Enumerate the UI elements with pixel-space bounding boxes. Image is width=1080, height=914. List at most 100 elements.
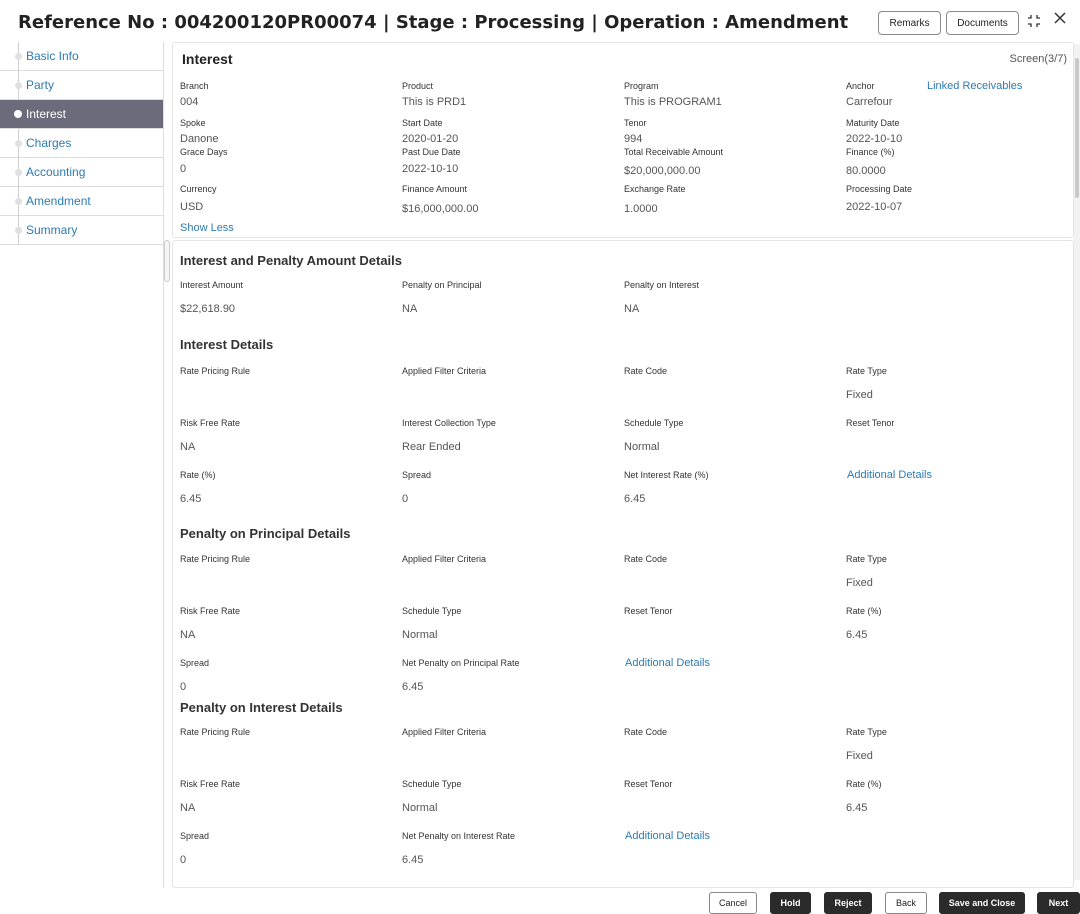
- program-value: This is PROGRAM1: [624, 96, 722, 108]
- sidebar-item-amendment[interactable]: Amendment: [0, 187, 163, 216]
- section-title-penalty-interest: Penalty on Interest Details: [180, 700, 343, 715]
- close-icon[interactable]: [1053, 11, 1067, 31]
- rate-label: Rate (%): [846, 779, 882, 789]
- grace-days-label: Grace Days: [180, 147, 228, 157]
- reject-button[interactable]: Reject: [824, 892, 872, 914]
- panel-title: Interest: [182, 51, 233, 67]
- additional-details-link[interactable]: Additional Details: [625, 830, 710, 842]
- step-dot-icon: [14, 100, 22, 129]
- risk-free-rate-label: Risk Free Rate: [180, 606, 241, 616]
- tenor-label: Tenor: [624, 118, 647, 128]
- spoke-value: Danone: [180, 133, 219, 145]
- risk-free-rate-label: Risk Free Rate: [180, 418, 241, 428]
- page-title: Reference No : 004200120PR00074 | Stage …: [18, 12, 849, 33]
- sidebar-item-basic-info[interactable]: Basic Info: [0, 42, 163, 71]
- sidebar-item-interest[interactable]: Interest: [0, 100, 163, 129]
- sidebar-resize-handle[interactable]: [164, 240, 170, 282]
- spread-label: Spread: [402, 470, 432, 480]
- main-scrollbar-thumb[interactable]: [1075, 58, 1079, 198]
- net-rate-label: Net Penalty on Principal Rate: [402, 658, 520, 668]
- reset-tenor-label: Reset Tenor: [624, 779, 673, 789]
- sidebar-item-summary[interactable]: Summary: [0, 216, 163, 245]
- program-label: Program: [624, 81, 659, 91]
- rate-type-value: Fixed: [846, 750, 873, 762]
- rate-type-label: Rate Type: [846, 554, 887, 564]
- rate-label: Rate (%): [846, 606, 882, 616]
- anchor-value: Carrefour: [846, 96, 893, 108]
- hold-button[interactable]: Hold: [770, 892, 811, 914]
- penalty-principal-value: NA: [402, 303, 418, 315]
- sidebar-item-label: Accounting: [26, 165, 86, 179]
- step-dot-icon: [15, 158, 22, 187]
- step-dot-icon: [15, 71, 22, 100]
- header-bar: Reference No : 004200120PR00074 | Stage …: [0, 0, 1080, 44]
- expand-icon[interactable]: [1027, 14, 1041, 34]
- back-button[interactable]: Back: [885, 892, 927, 914]
- risk-free-rate-label: Risk Free Rate: [180, 779, 241, 789]
- schedule-type-label: Schedule Type: [624, 418, 684, 428]
- rate-type-value: Fixed: [846, 389, 873, 401]
- rate-code-label: Rate Code: [624, 554, 668, 564]
- finance-pct-value: 80.0000: [846, 165, 886, 177]
- section-title-interest-details: Interest Details: [180, 337, 274, 352]
- sidebar-item-charges[interactable]: Charges: [0, 129, 163, 158]
- reset-tenor-label: Reset Tenor: [624, 606, 673, 616]
- save-and-close-button[interactable]: Save and Close: [939, 892, 1025, 914]
- rate-label: Rate (%): [180, 470, 216, 480]
- rate-value: 6.45: [846, 802, 868, 814]
- documents-button[interactable]: Documents: [946, 11, 1019, 35]
- penalty-interest-value: NA: [624, 303, 640, 315]
- spread-label: Spread: [180, 658, 210, 668]
- rate-type-label: Rate Type: [846, 366, 887, 376]
- step-dot-icon: [15, 216, 22, 245]
- rate-type-value: Fixed: [846, 577, 873, 589]
- sidebar-item-label: Summary: [26, 223, 78, 237]
- sidebar-item-label: Amendment: [26, 194, 91, 208]
- rate-value: 6.45: [846, 629, 868, 641]
- applied-filter-label: Applied Filter Criteria: [402, 554, 487, 564]
- summary-panel: Interest Screen(3/7) Branch 004 Product …: [172, 42, 1074, 238]
- start-date-value: 2020-01-20: [402, 133, 459, 145]
- net-rate-value: 6.45: [624, 493, 646, 505]
- sidebar-item-party[interactable]: Party: [0, 71, 163, 100]
- net-rate-value: 6.45: [402, 854, 424, 866]
- remarks-button[interactable]: Remarks: [878, 11, 941, 35]
- schedule-type-label: Schedule Type: [402, 606, 462, 616]
- reset-tenor-label: Reset Tenor: [846, 418, 895, 428]
- screen-indicator: Screen(3/7): [1009, 53, 1067, 65]
- sidebar-item-accounting[interactable]: Accounting: [0, 158, 163, 187]
- branch-label: Branch: [180, 81, 209, 91]
- schedule-type-value: Normal: [402, 802, 438, 814]
- cancel-button[interactable]: Cancel: [709, 892, 757, 914]
- schedule-type-value: Normal: [624, 441, 660, 453]
- spread-value: 0: [180, 854, 187, 866]
- step-dot-icon: [15, 187, 22, 216]
- exchange-rate-value: 1.0000: [624, 203, 658, 215]
- past-due-date-value: 2022-10-10: [402, 163, 459, 175]
- rate-pricing-rule-label: Rate Pricing Rule: [180, 554, 251, 564]
- currency-value: USD: [180, 201, 204, 213]
- schedule-type-value: Normal: [402, 629, 438, 641]
- tenor-value: 994: [624, 133, 643, 145]
- product-label: Product: [402, 81, 434, 91]
- show-less-link[interactable]: Show Less: [180, 222, 234, 234]
- currency-label: Currency: [180, 184, 217, 194]
- risk-free-rate-value: NA: [180, 802, 196, 814]
- total-receivable-label: Total Receivable Amount: [624, 147, 724, 157]
- finance-amount-label: Finance Amount: [402, 184, 468, 194]
- collection-type-value: Rear Ended: [402, 441, 461, 453]
- details-panel: Interest and Penalty Amount Details Inte…: [172, 240, 1074, 888]
- applied-filter-label: Applied Filter Criteria: [402, 727, 487, 737]
- penalty-interest-label: Penalty on Interest: [624, 280, 700, 290]
- interest-amount-label: Interest Amount: [180, 280, 244, 290]
- sidebar-item-label: Basic Info: [26, 49, 79, 63]
- penalty-principal-label: Penalty on Principal: [402, 280, 482, 290]
- next-button[interactable]: Next: [1037, 892, 1080, 914]
- finance-amount-value: $16,000,000.00: [402, 203, 479, 215]
- schedule-type-label: Schedule Type: [402, 779, 462, 789]
- linked-receivables-link[interactable]: Linked Receivables: [927, 80, 1022, 92]
- rate-type-label: Rate Type: [846, 727, 887, 737]
- rate-code-label: Rate Code: [624, 727, 668, 737]
- additional-details-link[interactable]: Additional Details: [625, 657, 710, 669]
- additional-details-link[interactable]: Additional Details: [847, 469, 932, 481]
